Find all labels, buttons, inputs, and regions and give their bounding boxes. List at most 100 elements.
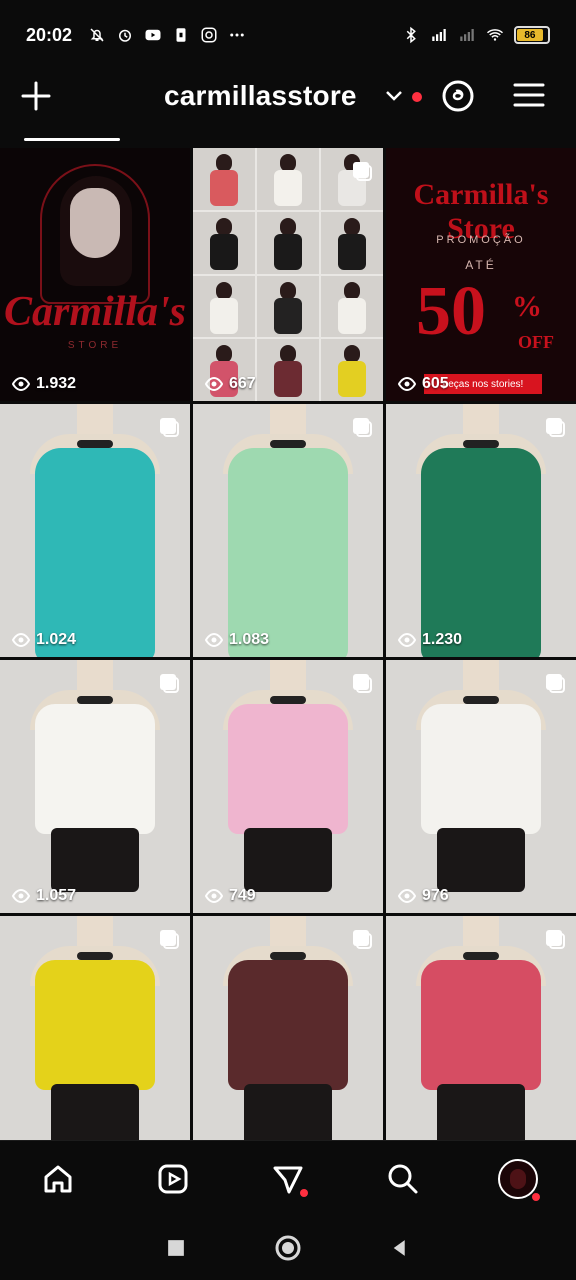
recent-apps-button[interactable] — [162, 1234, 190, 1262]
carousel-icon — [546, 418, 565, 437]
promo-discount: 50 — [416, 273, 486, 350]
bottom-navigation — [0, 1140, 576, 1216]
home-circle-button[interactable] — [274, 1234, 302, 1262]
post-tile[interactable]: 1.057 — [0, 660, 190, 913]
view-count-value: 1.230 — [422, 631, 463, 648]
view-count-value: 605 — [422, 375, 449, 392]
view-count: 976 — [398, 887, 449, 905]
necklace — [463, 952, 499, 960]
garment — [421, 448, 541, 657]
eye-icon — [205, 889, 223, 903]
eye-icon — [398, 889, 416, 903]
post-tile[interactable]: 1.083 — [193, 404, 383, 657]
skirt — [437, 1084, 525, 1148]
post-tile[interactable]: 1.230 — [386, 404, 576, 657]
carousel-icon — [160, 674, 179, 693]
carousel-icon — [353, 162, 372, 181]
view-count-value: 667 — [229, 375, 256, 392]
garment — [35, 704, 155, 834]
view-count-value: 1.057 — [36, 887, 77, 904]
reels-icon — [158, 1164, 188, 1193]
garment — [228, 960, 348, 1090]
active-tab-indicator — [24, 138, 120, 141]
recent-apps-icon — [168, 1240, 184, 1256]
carousel-icon — [546, 930, 565, 949]
collage-item — [257, 339, 319, 401]
carousel-icon — [353, 930, 372, 949]
view-count: 667 — [205, 375, 256, 393]
send-button[interactable] — [264, 1155, 312, 1203]
garment — [228, 704, 348, 834]
view-count: 1.932 — [12, 375, 76, 393]
profile-button[interactable] — [494, 1155, 542, 1203]
post-tile[interactable] — [193, 916, 383, 1169]
garment — [421, 704, 541, 834]
carousel-icon — [353, 674, 372, 693]
view-count: 1.024 — [12, 631, 76, 649]
profile-username[interactable]: carmillasstore — [164, 80, 357, 112]
youtube-icon — [145, 29, 161, 41]
home-icon — [44, 1165, 72, 1192]
collage-item — [257, 211, 319, 274]
post-tile[interactable]: 1.024 — [0, 404, 190, 657]
garment — [421, 960, 541, 1090]
necklace — [77, 952, 113, 960]
threads-icon[interactable] — [440, 78, 476, 114]
profile-avatar — [498, 1158, 539, 1199]
eye-icon — [205, 633, 223, 647]
menu-icon[interactable] — [512, 80, 546, 110]
post-tile[interactable]: Carmilla's Store PROMOÇÃO ATÉ 50 % OFF p… — [386, 148, 576, 401]
view-count-value: 1.024 — [36, 631, 77, 648]
mute-bell-icon — [90, 28, 104, 42]
logo-title: Carmilla's — [3, 289, 187, 335]
necklace — [77, 696, 113, 704]
necklace — [270, 440, 306, 448]
collage-item — [257, 148, 319, 210]
home-button[interactable] — [34, 1155, 82, 1203]
necklace — [270, 952, 306, 960]
eye-icon — [205, 377, 223, 391]
battery-indicator: 86 — [514, 26, 550, 44]
carousel-icon — [160, 930, 179, 949]
home-circle-icon — [275, 1235, 301, 1261]
search-icon — [388, 1164, 418, 1193]
view-count: 749 — [205, 887, 256, 905]
create-plus-icon[interactable] — [20, 80, 52, 112]
garment — [35, 448, 155, 657]
necklace — [463, 696, 499, 704]
send-notification-dot — [299, 1188, 308, 1197]
chevron-down-icon[interactable] — [384, 88, 404, 104]
system-navigation — [0, 1216, 576, 1280]
view-count: 1.057 — [12, 887, 76, 905]
post-tile[interactable]: Carmilla's STORE 1.932 — [0, 148, 190, 401]
post-tile[interactable]: 667 — [193, 148, 383, 401]
view-count: 1.230 — [398, 631, 462, 649]
collage-item — [321, 211, 383, 274]
necklace — [270, 696, 306, 704]
necklace — [463, 440, 499, 448]
logo-frame — [40, 164, 150, 304]
collage-item — [193, 275, 255, 338]
garment — [228, 448, 348, 657]
alarm-icon — [119, 29, 132, 42]
post-tile[interactable] — [0, 916, 190, 1169]
view-count: 605 — [398, 375, 449, 393]
view-count-value: 749 — [229, 887, 256, 904]
back-button[interactable] — [386, 1234, 414, 1262]
skirt — [244, 1084, 332, 1148]
wifi-icon — [487, 29, 503, 41]
status-time: 20:02 — [26, 24, 73, 45]
more-dots-icon — [230, 33, 244, 37]
eye-icon — [12, 633, 30, 647]
signal-icon — [432, 29, 446, 41]
sim-card-icon — [176, 28, 186, 42]
post-tile[interactable] — [386, 916, 576, 1169]
search-button[interactable] — [379, 1155, 427, 1203]
promo-ate: ATÉ — [465, 258, 497, 272]
collage-item — [193, 211, 255, 274]
post-tile[interactable]: 749 — [193, 660, 383, 913]
profile-header: carmillasstore — [0, 70, 576, 141]
reels-button[interactable] — [149, 1155, 197, 1203]
view-count-value: 1.083 — [229, 631, 270, 648]
post-tile[interactable]: 976 — [386, 660, 576, 913]
